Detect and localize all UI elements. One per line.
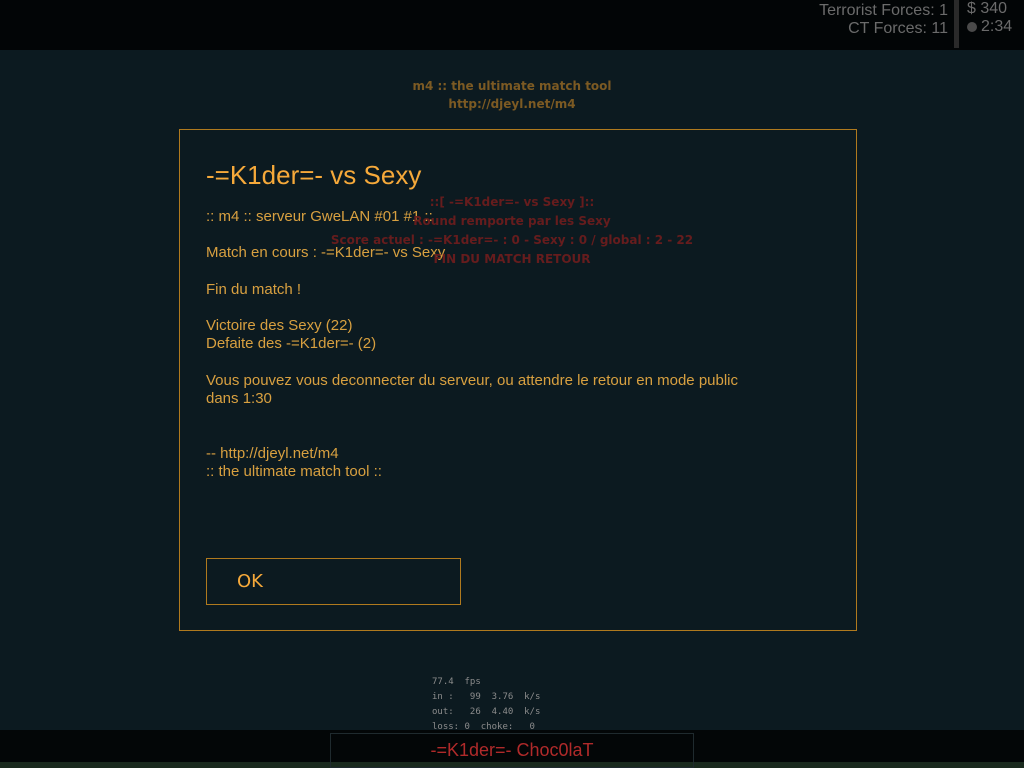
m4-header-url: http://djeyl.net/m4 [448,97,576,111]
center-message-line: Round remporte par les Sexy [413,214,611,228]
team-score-panel: Terrorist Forces: 1 CT Forces: 11 [819,2,948,38]
netgraph: 77.4 fps in : 99 3.76 k/s out: 26 4.40 k/s… [432,675,540,735]
clock-icon [967,21,977,32]
game-screen: Terrorist Forces: 1 CT Forces: 11 $ 340 … [0,0,1024,768]
spectated-player-name: -=K1der=- Choc0laT [330,733,694,768]
money-timer-panel: $ 340 2:34 [954,0,1024,48]
netgraph-in: in : 99 3.76 k/s [432,692,541,702]
timer-row: 2:34 [967,18,1024,36]
terrorist-forces-count: Terrorist Forces: 1 [819,2,948,19]
netgraph-out: out: 26 4.40 k/s [432,707,541,717]
money-display: $ 340 [967,0,1008,17]
ct-forces-count: CT Forces: 11 [848,20,948,37]
dialog-title: -=K1der=- vs Sexy [206,160,422,190]
center-message-line: Score actuel : -=K1der=- : 0 - Sexy : 0 … [330,233,694,247]
m4-header-title: m4 :: the ultimate match tool [412,79,612,93]
netgraph-fps: 77.4 fps [432,677,481,687]
round-timer: 2:34 [981,18,1013,35]
ok-button[interactable]: OK [206,558,461,605]
m4-header: m4 :: the ultimate match tool http://dje… [0,77,1024,113]
center-message-line: FIN DU MATCH RETOUR [433,252,591,266]
center-message-line: ::[ -=K1der=- vs Sexy ]:: [429,195,595,209]
center-print-message: ::[ -=K1der=- vs Sexy ]:: Round remporte… [330,193,694,269]
